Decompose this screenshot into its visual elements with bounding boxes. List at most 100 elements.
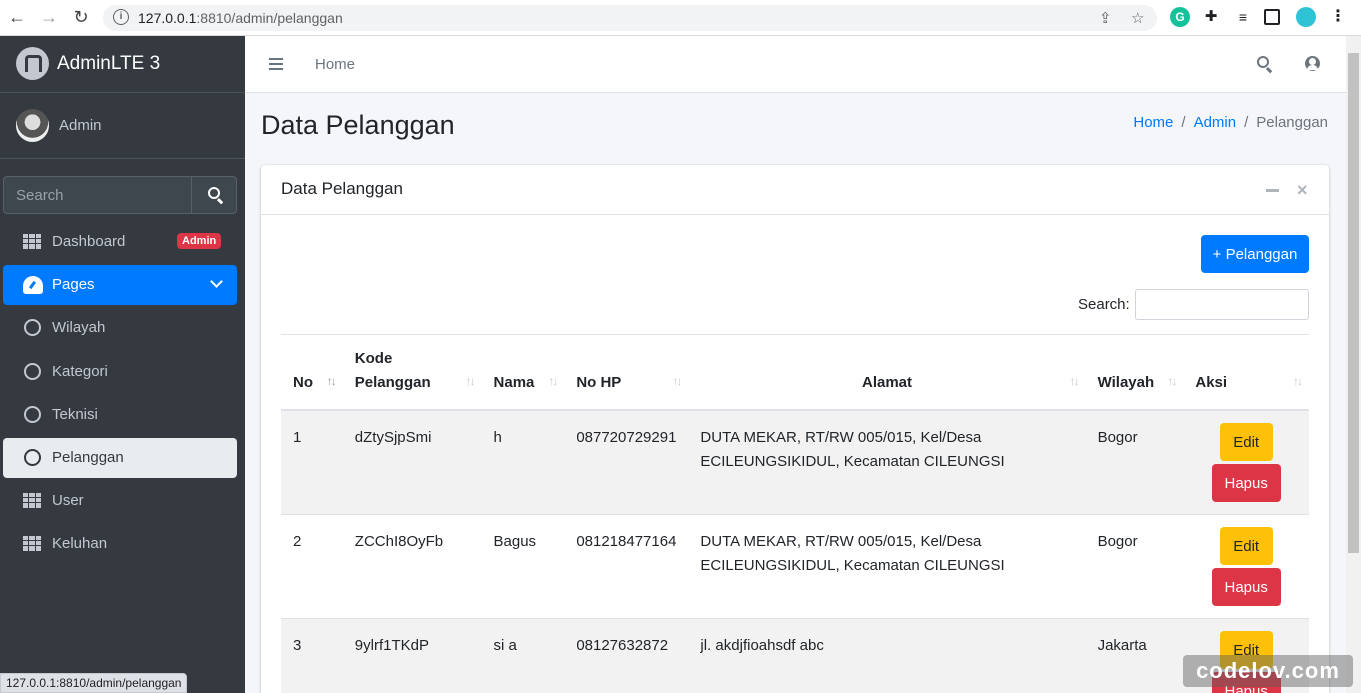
user-avatar bbox=[16, 109, 49, 142]
cell-nama: si a bbox=[481, 618, 565, 693]
table-row: 2 ZCChI8OyFb Bagus 081218477164 DUTA MEK… bbox=[281, 514, 1309, 619]
column-header-nama[interactable]: Nama ↑↓ bbox=[481, 334, 565, 411]
browser-toolbar: ← → ↻ i 127.0.0.1:8810/admin/pelanggan ⇪… bbox=[0, 0, 1361, 36]
sidebar-item-dashboard[interactable]: Dashboard Admin bbox=[3, 222, 237, 262]
datatable-search-input[interactable] bbox=[1135, 289, 1309, 320]
close-icon[interactable]: × bbox=[1297, 180, 1308, 201]
circle-icon bbox=[24, 319, 41, 336]
column-header-alamat[interactable]: Alamat ↑↓ bbox=[688, 334, 1086, 411]
watermark: codelov.com bbox=[1183, 655, 1353, 687]
hamburger-menu-icon[interactable] bbox=[269, 58, 283, 70]
add-pelanggan-button[interactable]: + Pelanggan bbox=[1201, 235, 1309, 273]
collapse-minus-icon[interactable] bbox=[1266, 189, 1279, 192]
sidebar-item-label: Dashboard bbox=[52, 233, 126, 250]
sidebar-item-label: Wilayah bbox=[52, 319, 106, 336]
breadcrumb-home[interactable]: Home bbox=[1133, 114, 1173, 131]
search-icon bbox=[208, 187, 220, 199]
sidebar-item-wilayah[interactable]: Wilayah bbox=[3, 308, 237, 348]
table-row: 3 9ylrf1TKdP si a 08127632872 jl. akdjfi… bbox=[281, 618, 1309, 693]
reload-icon[interactable]: ↻ bbox=[70, 6, 92, 28]
delete-button[interactable]: Hapus bbox=[1211, 568, 1281, 606]
datatable-search-label: Search: bbox=[1078, 296, 1130, 313]
column-header-wilayah[interactable]: Wilayah ↑↓ bbox=[1085, 334, 1184, 411]
cell-wilayah: Jakarta bbox=[1085, 618, 1184, 693]
cell-hp: 081218477164 bbox=[564, 514, 689, 619]
bookmark-star-icon[interactable]: ☆ bbox=[1131, 9, 1144, 27]
forward-icon[interactable]: → bbox=[38, 6, 60, 28]
cell-no: 2 bbox=[281, 514, 343, 619]
user-panel: Admin bbox=[0, 93, 245, 159]
navbar-search-icon[interactable] bbox=[1257, 56, 1269, 68]
extensions-puzzle-icon[interactable]: ✚ bbox=[1201, 7, 1221, 27]
grammarly-extension-icon[interactable]: G bbox=[1170, 7, 1190, 27]
sort-icon: ↑↓ bbox=[672, 374, 682, 388]
cell-kode: 9ylrf1TKdP bbox=[342, 618, 482, 693]
breadcrumb: Home / Admin / Pelanggan bbox=[1133, 114, 1328, 131]
card-title: Data Pelanggan bbox=[281, 179, 403, 198]
link-status-bar: 127.0.0.1:8810/admin/pelanggan bbox=[0, 673, 188, 693]
cell-wilayah: Bogor bbox=[1085, 514, 1184, 619]
breadcrumb-admin[interactable]: Admin bbox=[1194, 114, 1237, 131]
delete-button[interactable]: Hapus bbox=[1211, 464, 1281, 502]
circle-icon bbox=[24, 363, 41, 380]
address-bar[interactable]: i 127.0.0.1:8810/admin/pelanggan ⇪ ☆ bbox=[103, 5, 1157, 31]
sort-icon: ↑↓ bbox=[1167, 374, 1177, 388]
sidebar-item-kategori[interactable]: Kategori bbox=[3, 352, 237, 392]
sidebar-item-user[interactable]: User bbox=[3, 481, 237, 521]
sidebar-item-pages[interactable]: Pages bbox=[3, 265, 237, 305]
column-header-nohp[interactable]: No HP ↑↓ bbox=[564, 334, 689, 411]
circle-icon bbox=[24, 449, 41, 466]
column-header-aksi[interactable]: Aksi ↑↓ bbox=[1183, 334, 1309, 411]
cell-hp: 08127632872 bbox=[564, 618, 689, 693]
cell-no: 1 bbox=[281, 409, 343, 515]
breadcrumb-separator: / bbox=[1244, 114, 1249, 131]
main-sidebar: AdminLTE 3 Admin Dashboard Admin Pages W… bbox=[0, 36, 245, 693]
user-circle-icon[interactable] bbox=[1305, 56, 1320, 71]
share-icon[interactable]: ⇪ bbox=[1099, 9, 1112, 27]
table-row: 1 dZtySjpSmi h 087720729291 DUTA MEKAR, … bbox=[281, 409, 1309, 515]
cell-no: 3 bbox=[281, 618, 343, 693]
sort-icon: ↑↓ bbox=[1069, 374, 1080, 388]
cell-alamat: DUTA MEKAR, RT/RW 005/015, Kel/Desa ECIL… bbox=[688, 514, 1086, 619]
edit-button[interactable]: Edit bbox=[1219, 423, 1273, 461]
adminlte-logo-icon bbox=[16, 47, 49, 80]
edit-button[interactable]: Edit bbox=[1219, 527, 1273, 565]
sidebar-item-label: Kategori bbox=[52, 363, 108, 380]
sort-icon: ↑↓ bbox=[548, 374, 558, 388]
side-panel-icon[interactable] bbox=[1264, 9, 1280, 25]
cell-hp: 087720729291 bbox=[564, 409, 689, 515]
breadcrumb-separator: / bbox=[1181, 114, 1186, 131]
sidebar-item-pelanggan[interactable]: Pelanggan bbox=[3, 438, 237, 478]
cell-kode: dZtySjpSmi bbox=[342, 409, 482, 515]
navbar-home-link[interactable]: Home bbox=[315, 56, 355, 73]
page-scrollbar[interactable] bbox=[1346, 36, 1361, 693]
profile-avatar[interactable] bbox=[1296, 7, 1316, 27]
tachometer-icon bbox=[23, 276, 43, 294]
brand-link[interactable]: AdminLTE 3 bbox=[0, 36, 245, 93]
column-header-kode[interactable]: Kode Pelanggan ↑↓ bbox=[342, 334, 482, 411]
top-navbar: Home bbox=[245, 36, 1346, 93]
browser-menu-icon[interactable]: ⋮ bbox=[1328, 7, 1348, 27]
reading-list-icon[interactable]: ≡ bbox=[1233, 7, 1253, 27]
sidebar-search-button[interactable] bbox=[191, 176, 237, 214]
site-info-icon[interactable]: i bbox=[113, 9, 129, 25]
sidebar-item-label: Pages bbox=[52, 276, 95, 293]
url-text[interactable]: 127.0.0.1:8810/admin/pelanggan bbox=[138, 10, 343, 26]
sidebar-item-keluhan[interactable]: Keluhan bbox=[3, 524, 237, 564]
cell-alamat: jl. akdjfioahsdf abc bbox=[688, 618, 1086, 693]
back-icon[interactable]: ← bbox=[6, 6, 28, 28]
sidebar-item-label: User bbox=[52, 492, 84, 509]
column-header-no[interactable]: No ↑↓ bbox=[281, 334, 343, 411]
cell-aksi: Edit Hapus bbox=[1183, 409, 1309, 515]
sidebar-item-teknisi[interactable]: Teknisi bbox=[3, 395, 237, 435]
user-name-link[interactable]: Admin bbox=[59, 117, 102, 134]
cell-nama: Bagus bbox=[481, 514, 565, 619]
sort-icon: ↑↓ bbox=[465, 374, 476, 388]
pelanggan-table: No ↑↓ Kode Pelanggan ↑↓ Nama ↑↓ No HP ↑↓ Ala… bbox=[281, 334, 1309, 693]
scrollbar-thumb[interactable] bbox=[1348, 53, 1359, 553]
pelanggan-card: Data Pelanggan × + Pelanggan Search: No ↑… bbox=[261, 165, 1329, 693]
sidebar-search-input[interactable] bbox=[3, 176, 192, 214]
page-title: Data Pelanggan bbox=[261, 110, 455, 140]
cell-nama: h bbox=[481, 409, 565, 515]
th-grid-icon bbox=[23, 536, 41, 551]
